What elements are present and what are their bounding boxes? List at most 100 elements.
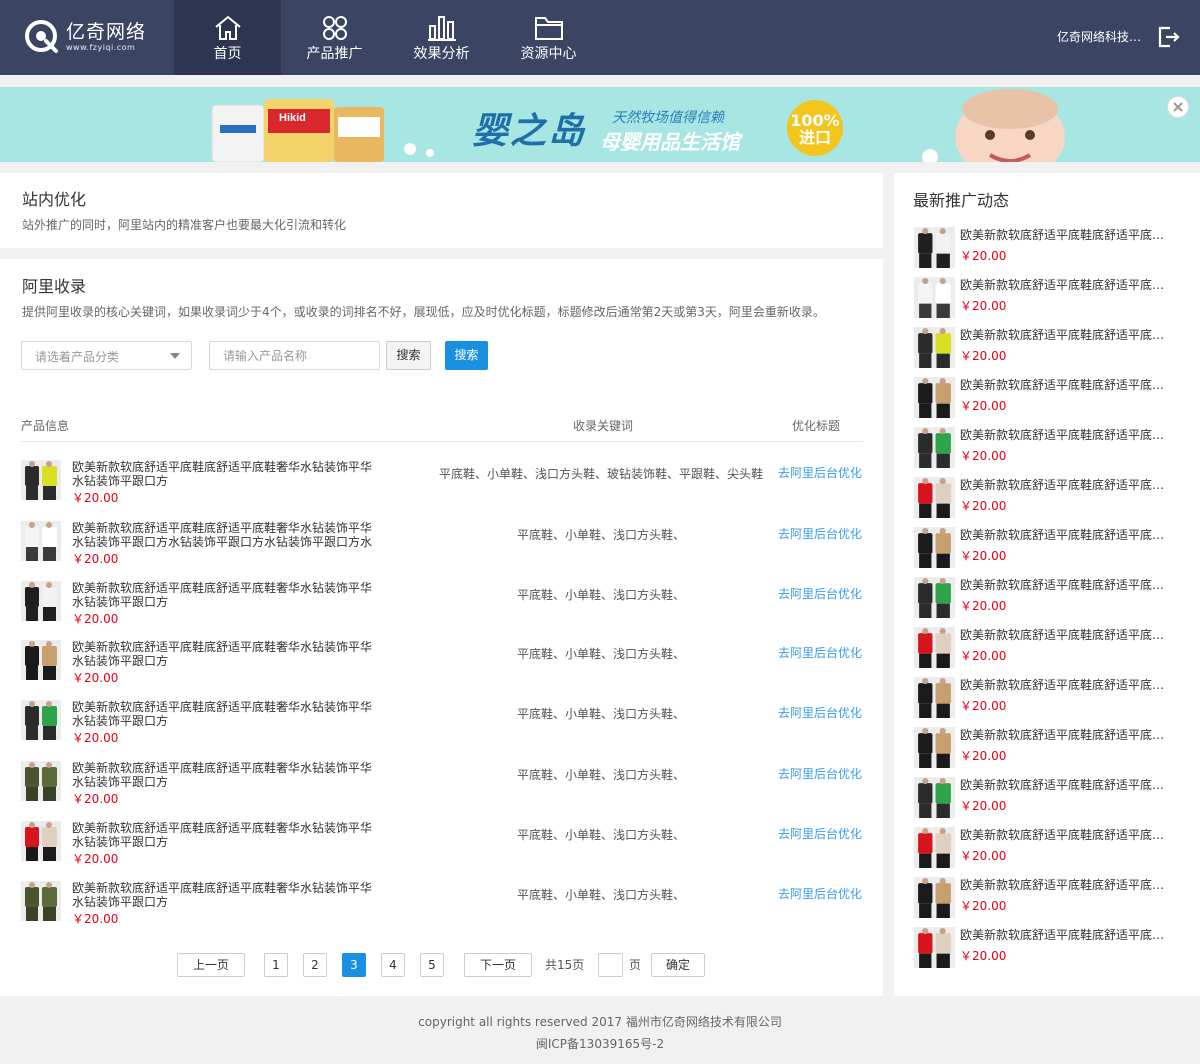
product-name-input[interactable]	[209, 341, 380, 370]
sidebar-item-title[interactable]: 欧美新款软底舒适平底鞋底舒适平底舒适平底鞋	[960, 377, 1176, 393]
sidebar-list-item[interactable]: 欧美新款软底舒适平底鞋底舒适平底舒适平底鞋 ￥20.00	[914, 927, 1184, 969]
sidebar-list-item[interactable]: 欧美新款软底舒适平底鞋底舒适平底舒适平底鞋 ￥20.00	[914, 727, 1184, 769]
optimize-link[interactable]: 去阿里后台优化	[778, 705, 862, 721]
product-thumbnail[interactable]	[21, 881, 61, 921]
sidebar-item-title[interactable]: 欧美新款软底舒适平底鞋底舒适平底舒适平底鞋	[960, 827, 1176, 843]
sidebar-list-item[interactable]: 欧美新款软底舒适平底鞋底舒适平底舒适平底鞋 ￥20.00	[914, 377, 1184, 419]
logout-icon[interactable]	[1156, 25, 1180, 49]
sidebar-thumbnail[interactable]	[914, 677, 955, 718]
table-row: 欧美新款软底舒适平底鞋底舒适平底鞋奢华水钻装饰平华水钻装饰平跟口方 ￥20.00 平…	[21, 460, 863, 520]
category-select[interactable]: 请选着产品分类	[21, 341, 192, 370]
sidebar-list-item[interactable]: 欧美新款软底舒适平底鞋底舒适平底舒适平底鞋 ￥20.00	[914, 677, 1184, 719]
sidebar-item-title[interactable]: 欧美新款软底舒适平底鞋底舒适平底舒适平底鞋	[960, 227, 1176, 243]
sidebar-thumbnail[interactable]	[914, 627, 955, 668]
sidebar-item-title[interactable]: 欧美新款软底舒适平底鞋底舒适平底舒适平底鞋	[960, 777, 1176, 793]
product-title[interactable]: 欧美新款软底舒适平底鞋底舒适平底鞋奢华水钻装饰平华水钻装饰平跟口方	[72, 761, 377, 789]
banner-close-button[interactable]	[1167, 96, 1189, 118]
sidebar-item-title[interactable]: 欧美新款软底舒适平底鞋底舒适平底舒适平底鞋	[960, 427, 1176, 443]
product-title[interactable]: 欧美新款软底舒适平底鞋底舒适平底鞋奢华水钻装饰平华水钻装饰平跟口方	[72, 821, 377, 849]
sidebar-list-item[interactable]: 欧美新款软底舒适平底鞋底舒适平底舒适平底鞋 ￥20.00	[914, 427, 1184, 469]
product-thumbnail[interactable]	[21, 460, 61, 500]
company-name[interactable]: 亿奇网络科技有限公司	[1057, 28, 1145, 46]
sidebar-item-title[interactable]: 欧美新款软底舒适平底鞋底舒适平底舒适平底鞋	[960, 577, 1176, 593]
sidebar-thumbnail[interactable]	[914, 577, 955, 618]
sidebar-item-title[interactable]: 欧美新款软底舒适平底鞋底舒适平底舒适平底鞋	[960, 327, 1176, 343]
search-button-secondary[interactable]: 搜索	[386, 341, 431, 370]
sidebar-thumbnail[interactable]	[914, 277, 955, 318]
sidebar-thumbnail[interactable]	[914, 777, 955, 818]
sidebar-list-item[interactable]: 欧美新款软底舒适平底鞋底舒适平底舒适平底鞋 ￥20.00	[914, 227, 1184, 269]
sidebar-list-item[interactable]: 欧美新款软底舒适平底鞋底舒适平底舒适平底鞋 ￥20.00	[914, 327, 1184, 369]
pagination-jump-input[interactable]	[598, 953, 623, 977]
optimize-link[interactable]: 去阿里后台优化	[778, 465, 862, 481]
product-thumbnail[interactable]	[21, 761, 61, 801]
sidebar-thumbnail[interactable]	[914, 377, 955, 418]
product-thumbnail[interactable]	[21, 700, 61, 740]
optimize-link[interactable]: 去阿里后台优化	[778, 645, 862, 661]
pagination-page-4[interactable]: 4	[381, 953, 405, 977]
top-navigation: 亿奇网络 www.fzyiqi.com 首页 产品推广 效果分析 资源中心 亿奇…	[0, 0, 1200, 75]
product-thumbnail[interactable]	[21, 640, 61, 680]
nav-product-promotion[interactable]: 产品推广	[281, 0, 388, 75]
chevron-down-icon	[170, 353, 180, 359]
product-title[interactable]: 欧美新款软底舒适平底鞋底舒适平底鞋奢华水钻装饰平华水钻装饰平跟口方	[72, 581, 377, 609]
sidebar-thumbnail[interactable]	[914, 327, 955, 368]
pagination-page-5[interactable]: 5	[420, 953, 444, 977]
sidebar-list-item[interactable]: 欧美新款软底舒适平底鞋底舒适平底舒适平底鞋 ￥20.00	[914, 627, 1184, 669]
sidebar-item-title[interactable]: 欧美新款软底舒适平底鞋底舒适平底舒适平底鞋	[960, 677, 1176, 693]
sidebar-item-title[interactable]: 欧美新款软底舒适平底鞋底舒适平底舒适平底鞋	[960, 877, 1176, 893]
product-title[interactable]: 欧美新款软底舒适平底鞋底舒适平底鞋奢华水钻装饰平华水钻装饰平跟口方	[72, 640, 377, 668]
nav-home[interactable]: 首页	[174, 0, 281, 75]
product-title[interactable]: 欧美新款软底舒适平底鞋底舒适平底鞋奢华水钻装饰平华水钻装饰平跟口方水钻装饰平跟口…	[72, 521, 377, 549]
nav-resource-center[interactable]: 资源中心	[495, 0, 602, 75]
sidebar-item-title[interactable]: 欧美新款软底舒适平底鞋底舒适平底舒适平底鞋	[960, 627, 1176, 643]
product-title[interactable]: 欧美新款软底舒适平底鞋底舒适平底鞋奢华水钻装饰平华水钻装饰平跟口方	[72, 460, 377, 488]
sidebar-item-title[interactable]: 欧美新款软底舒适平底鞋底舒适平底舒适平底鞋	[960, 727, 1176, 743]
sidebar-list-item[interactable]: 欧美新款软底舒适平底鞋底舒适平底舒适平底鞋 ￥20.00	[914, 777, 1184, 819]
optimize-link[interactable]: 去阿里后台优化	[778, 826, 862, 842]
sidebar-thumbnail[interactable]	[914, 227, 955, 268]
optimize-link[interactable]: 去阿里后台优化	[778, 886, 862, 902]
product-title[interactable]: 欧美新款软底舒适平底鞋底舒适平底鞋奢华水钻装饰平华水钻装饰平跟口方	[72, 881, 377, 909]
sidebar-item-title[interactable]: 欧美新款软底舒适平底鞋底舒适平底舒适平底鞋	[960, 277, 1176, 293]
sidebar-item-title[interactable]: 欧美新款软底舒适平底鞋底舒适平底舒适平底鞋	[960, 527, 1176, 543]
sidebar-thumbnail[interactable]	[914, 727, 955, 768]
nav-effect-analysis[interactable]: 效果分析	[388, 0, 495, 75]
product-thumbnail[interactable]	[21, 521, 61, 561]
sidebar-thumbnail[interactable]	[914, 927, 955, 968]
sidebar-list-item[interactable]: 欧美新款软底舒适平底鞋底舒适平底舒适平底鞋 ￥20.00	[914, 277, 1184, 319]
sidebar-item-title[interactable]: 欧美新款软底舒适平底鞋底舒适平底舒适平底鞋	[960, 927, 1176, 943]
promo-banner[interactable]: Hikid 婴之岛 天然牧场值得信赖 母婴用品生活馆 100% 进口	[0, 87, 1200, 162]
sidebar-thumbnail[interactable]	[914, 827, 955, 868]
sidebar-thumbnail[interactable]	[914, 527, 955, 568]
sidebar-list-item[interactable]: 欧美新款软底舒适平底鞋底舒适平底舒适平底鞋 ￥20.00	[914, 477, 1184, 519]
sidebar-thumbnail[interactable]	[914, 877, 955, 918]
logo[interactable]: 亿奇网络 www.fzyiqi.com	[24, 17, 154, 57]
pagination-next-button[interactable]: 下一页	[464, 953, 532, 977]
product-thumbnail[interactable]	[21, 581, 61, 621]
search-button-primary[interactable]: 搜索	[445, 341, 488, 370]
sidebar-list-item[interactable]: 欧美新款软底舒适平底鞋底舒适平底舒适平底鞋 ￥20.00	[914, 527, 1184, 569]
optimize-link[interactable]: 去阿里后台优化	[778, 526, 862, 542]
table-row: 欧美新款软底舒适平底鞋底舒适平底鞋奢华水钻装饰平华水钻装饰平跟口方 ￥20.00 平…	[21, 881, 863, 941]
product-price: ￥20.00	[72, 671, 119, 685]
pagination-page-2[interactable]: 2	[303, 953, 327, 977]
home-icon	[215, 15, 241, 40]
optimize-link[interactable]: 去阿里后台优化	[778, 766, 862, 782]
sidebar-list-item[interactable]: 欧美新款软底舒适平底鞋底舒适平底舒适平底鞋 ￥20.00	[914, 577, 1184, 619]
sidebar-thumbnail[interactable]	[914, 477, 955, 518]
pagination-page-3[interactable]: 3	[342, 953, 366, 977]
bar-chart-icon	[428, 16, 456, 41]
product-title[interactable]: 欧美新款软底舒适平底鞋底舒适平底鞋奢华水钻装饰平华水钻装饰平跟口方	[72, 700, 377, 728]
sidebar-item-title[interactable]: 欧美新款软底舒适平底鞋底舒适平底舒适平底鞋	[960, 477, 1176, 493]
pagination-page-1[interactable]: 1	[264, 953, 288, 977]
sidebar-thumbnail[interactable]	[914, 427, 955, 468]
category-select-placeholder: 请选着产品分类	[35, 350, 120, 364]
product-thumbnail[interactable]	[21, 821, 61, 861]
pagination-prev-button[interactable]: 上一页	[177, 953, 245, 977]
optimize-link[interactable]: 去阿里后台优化	[778, 586, 862, 602]
sidebar-list-item[interactable]: 欧美新款软底舒适平底鞋底舒适平底舒适平底鞋 ￥20.00	[914, 827, 1184, 869]
sidebar-list-item[interactable]: 欧美新款软底舒适平底鞋底舒适平底舒适平底鞋 ￥20.00	[914, 877, 1184, 919]
footer-icp: 闽ICP备13039165号-2	[535, 1037, 665, 1051]
pagination-confirm-button[interactable]: 确定	[651, 953, 705, 977]
